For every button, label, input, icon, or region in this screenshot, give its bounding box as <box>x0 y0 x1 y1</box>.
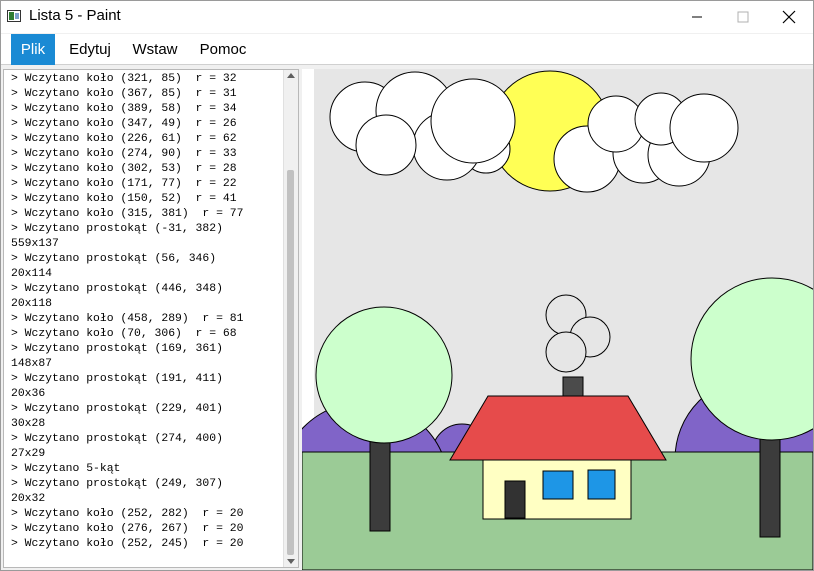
house-roof <box>449 395 667 461</box>
tree-left-crown <box>315 306 453 444</box>
menu-wstaw[interactable]: Wstaw <box>126 34 184 65</box>
log-line: 20x118 <box>11 298 53 310</box>
log-line: > Wczytano prostokąt (446, 348) <box>11 283 223 295</box>
log-line: > Wczytano prostokąt (249, 307) <box>11 478 223 490</box>
log-line: > Wczytano koło (276, 267) r = 20 <box>11 523 244 535</box>
house-window-right <box>587 469 616 500</box>
log-list: > Wczytano koło (321, 85) r = 32 > Wczyta… <box>11 72 286 552</box>
log-line: > Wczytano koło (321, 85) r = 32 <box>11 73 237 85</box>
minimize-icon <box>692 16 702 18</box>
menu-plik[interactable]: Plik <box>11 34 55 65</box>
log-line: > Wczytano koło (252, 282) r = 20 <box>11 508 244 520</box>
log-line: > Wczytano koło (458, 289) r = 81 <box>11 313 244 325</box>
window-title: Lista 5 - Paint <box>29 7 121 24</box>
log-line: 30x28 <box>11 418 46 430</box>
log-scrollbar[interactable] <box>283 70 298 567</box>
log-line: 20x32 <box>11 493 46 505</box>
log-line: 559x137 <box>11 238 59 250</box>
drawing-canvas[interactable] <box>302 69 813 570</box>
paint-app-icon <box>7 10 21 22</box>
title-bar[interactable]: Lista 5 - Paint <box>1 1 813 33</box>
log-line: 20x36 <box>11 388 46 400</box>
maximize-button[interactable] <box>720 1 766 33</box>
log-line: > Wczytano koło (389, 58) r = 34 <box>11 103 237 115</box>
log-line: > Wczytano 5-kąt <box>11 463 121 475</box>
scroll-thumb[interactable] <box>287 170 294 555</box>
paint-window: Lista 5 - Paint Plik Edytuj Wstaw Pomoc … <box>0 0 814 571</box>
log-line: > Wczytano koło (347, 49) r = 26 <box>11 118 237 130</box>
house-window-left <box>542 470 574 500</box>
log-line: > Wczytano prostokąt (191, 411) <box>11 373 223 385</box>
log-line: > Wczytano koło (315, 381) r = 77 <box>11 208 244 220</box>
log-line: > Wczytano koło (367, 85) r = 31 <box>11 88 237 100</box>
log-line: > Wczytano koło (171, 77) r = 22 <box>11 178 237 190</box>
menu-pomoc[interactable]: Pomoc <box>193 34 253 65</box>
log-line: > Wczytano prostokąt (229, 401) <box>11 403 223 415</box>
tree-left-trunk <box>369 440 391 532</box>
log-line: > Wczytano prostokąt (274, 400) <box>11 433 223 445</box>
menu-edytuj[interactable]: Edytuj <box>62 34 118 65</box>
minimize-button[interactable] <box>674 1 720 33</box>
log-line: 27x29 <box>11 448 46 460</box>
maximize-icon <box>737 11 749 23</box>
log-line: 20x114 <box>11 268 53 280</box>
log-line: > Wczytano prostokąt (169, 361) <box>11 343 223 355</box>
close-icon <box>782 10 796 24</box>
close-button[interactable] <box>766 1 812 33</box>
log-line: > Wczytano koło (302, 53) r = 28 <box>11 163 237 175</box>
log-line: 148x87 <box>11 358 53 370</box>
log-line: > Wczytano prostokąt (56, 346) <box>11 253 217 265</box>
log-line: > Wczytano prostokąt (-31, 382) <box>11 223 223 235</box>
log-line: > Wczytano koło (252, 245) r = 20 <box>11 538 244 550</box>
scroll-up-icon[interactable] <box>287 73 295 78</box>
tree-right-trunk <box>759 434 781 538</box>
log-line: > Wczytano koło (274, 90) r = 33 <box>11 148 237 160</box>
scroll-down-icon[interactable] <box>287 559 295 564</box>
log-line: > Wczytano koło (70, 306) r = 68 <box>11 328 237 340</box>
house-door <box>504 480 526 519</box>
log-line: > Wczytano koło (150, 52) r = 41 <box>11 193 237 205</box>
log-panel[interactable]: > Wczytano koło (321, 85) r = 32 > Wczyta… <box>3 69 299 568</box>
log-line: > Wczytano koło (226, 61) r = 62 <box>11 133 237 145</box>
menu-bar: Plik Edytuj Wstaw Pomoc <box>1 34 813 65</box>
